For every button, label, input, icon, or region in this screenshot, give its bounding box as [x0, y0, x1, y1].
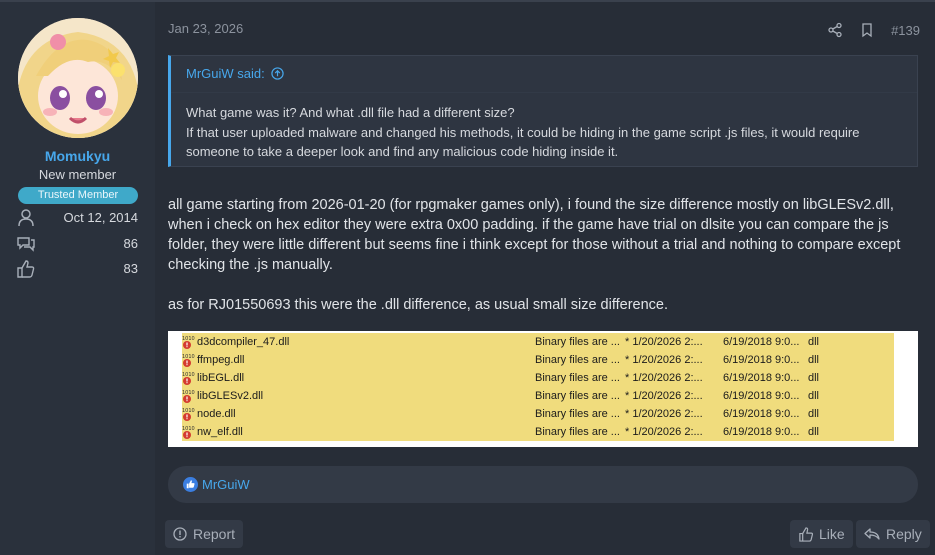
- file-desc: Binary files are ...: [535, 336, 620, 348]
- file-row: 1010 libGLESv2.dll Binary files are ... …: [182, 387, 894, 405]
- file-desc: Binary files are ...: [535, 390, 620, 402]
- svg-text:1010: 1010: [182, 354, 195, 360]
- quote-line: What game was it? And what .dll file had…: [186, 105, 515, 120]
- file-row: 1010 ffmpeg.dll Binary files are ... * 1…: [182, 351, 894, 369]
- file-row: 1010 node.dll Binary files are ... * 1/2…: [182, 405, 894, 423]
- post-actions: #139: [827, 20, 920, 40]
- thumbs-up-icon: [17, 260, 35, 278]
- file-ext: dll: [808, 372, 820, 384]
- quote-divider: [171, 92, 917, 93]
- report-icon: [173, 527, 187, 541]
- binary-diff-file-icon: 1010: [182, 390, 195, 403]
- quote-body: What game was it? And what .dll file had…: [186, 103, 906, 162]
- reply-button[interactable]: Reply: [856, 520, 930, 548]
- svg-text:1010: 1010: [182, 408, 195, 414]
- file-row: 1010 libEGL.dll Binary files are ... * 1…: [182, 369, 894, 387]
- file-desc: Binary files are ...: [535, 408, 620, 420]
- reply-icon: [864, 528, 880, 540]
- like-reaction-icon: [183, 477, 198, 492]
- stat-joined: Oct 12, 2014: [16, 208, 138, 228]
- reply-label: Reply: [886, 526, 922, 542]
- svg-text:1010: 1010: [182, 336, 195, 342]
- binary-diff-file-icon: 1010: [182, 336, 195, 349]
- avatar-image: [18, 18, 138, 138]
- file-date-left: * 1/20/2026 2:...: [625, 354, 703, 366]
- file-desc: Binary files are ...: [535, 354, 620, 366]
- post-paragraph: all game starting from 2026-01-20 (for r…: [168, 197, 901, 273]
- binary-diff-file-icon: 1010: [182, 372, 195, 385]
- share-icon[interactable]: [827, 22, 843, 38]
- file-ext: dll: [808, 390, 820, 402]
- file-name: ffmpeg.dll: [197, 354, 245, 366]
- binary-diff-file-icon: 1010: [182, 408, 195, 421]
- file-name: d3dcompiler_47.dll: [197, 336, 290, 348]
- chat-icon: [17, 237, 35, 252]
- like-button[interactable]: Like: [790, 520, 853, 548]
- svg-text:1010: 1010: [182, 390, 195, 396]
- file-ext: dll: [808, 336, 820, 348]
- avatar[interactable]: [18, 18, 138, 138]
- file-date-right: 6/19/2018 9:0...: [723, 408, 800, 420]
- file-date-right: 6/19/2018 9:0...: [723, 390, 800, 402]
- quote-line: If that user uploaded malware and change…: [186, 124, 860, 160]
- report-label: Report: [193, 526, 236, 542]
- user-icon: [18, 209, 34, 227]
- joined-date: Oct 12, 2014: [63, 210, 138, 225]
- stat-reactions: 83: [16, 259, 138, 279]
- like-label: Like: [819, 526, 845, 542]
- file-name: nw_elf.dll: [197, 426, 243, 438]
- file-date-left: * 1/20/2026 2:...: [625, 408, 703, 420]
- file-row: 1010 d3dcompiler_47.dll Binary files are…: [182, 333, 894, 351]
- post-body: all game starting from 2026-01-20 (for r…: [168, 195, 918, 335]
- file-name: libEGL.dll: [197, 372, 245, 384]
- file-row: 1010 nw_elf.dll Binary files are ... * 1…: [182, 423, 894, 441]
- file-name: node.dll: [197, 408, 236, 420]
- post-date[interactable]: Jan 23, 2026: [168, 21, 243, 36]
- binary-diff-file-icon: 1010: [182, 354, 195, 367]
- reactions-count: 83: [123, 261, 138, 276]
- username[interactable]: Momukyu: [0, 148, 155, 164]
- file-date-left: * 1/20/2026 2:...: [625, 336, 703, 348]
- quote-author[interactable]: MrGuiW said:: [186, 66, 265, 81]
- user-title: New member: [38, 167, 117, 182]
- bookmark-icon[interactable]: [859, 22, 875, 38]
- file-date-left: * 1/20/2026 2:...: [625, 426, 703, 438]
- stat-messages: 86: [16, 234, 138, 254]
- arrow-up-circle-icon[interactable]: [271, 67, 284, 80]
- binary-diff-file-icon: 1010: [182, 426, 195, 439]
- file-ext: dll: [808, 354, 820, 366]
- file-name: libGLESv2.dll: [197, 390, 264, 402]
- like-icon: [799, 526, 813, 542]
- attached-screenshot[interactable]: 1010 d3dcompiler_47.dll Binary files are…: [168, 331, 918, 447]
- post-number[interactable]: #139: [891, 23, 920, 38]
- file-date-left: * 1/20/2026 2:...: [625, 372, 703, 384]
- file-date-right: 6/19/2018 9:0...: [723, 372, 800, 384]
- user-sidebar: Momukyu New member Trusted Member Oct 12…: [0, 2, 155, 555]
- file-ext: dll: [808, 408, 820, 420]
- post-main: Jan 23, 2026 #139 MrGuiW said: What game…: [168, 2, 920, 555]
- report-button[interactable]: Report: [165, 520, 244, 548]
- quote-header[interactable]: MrGuiW said:: [186, 66, 284, 81]
- post-paragraph: as for RJ01550693 this were the .dll dif…: [168, 297, 668, 313]
- file-date-right: 6/19/2018 9:0...: [723, 354, 800, 366]
- file-ext: dll: [808, 426, 820, 438]
- file-date-left: * 1/20/2026 2:...: [625, 390, 703, 402]
- file-desc: Binary files are ...: [535, 426, 620, 438]
- file-date-right: 6/19/2018 9:0...: [723, 426, 800, 438]
- user-badge: Trusted Member: [18, 187, 138, 204]
- reaction-user-link[interactable]: MrGuiW: [202, 477, 250, 492]
- forum-post: Momukyu New member Trusted Member Oct 12…: [0, 0, 935, 555]
- svg-text:1010: 1010: [182, 426, 195, 432]
- reactions-bar[interactable]: MrGuiW: [168, 466, 918, 503]
- file-date-right: 6/19/2018 9:0...: [723, 336, 800, 348]
- svg-text:1010: 1010: [182, 372, 195, 378]
- file-desc: Binary files are ...: [535, 372, 620, 384]
- quote-block: MrGuiW said: What game was it? And what …: [168, 55, 918, 167]
- messages-count: 86: [123, 236, 138, 251]
